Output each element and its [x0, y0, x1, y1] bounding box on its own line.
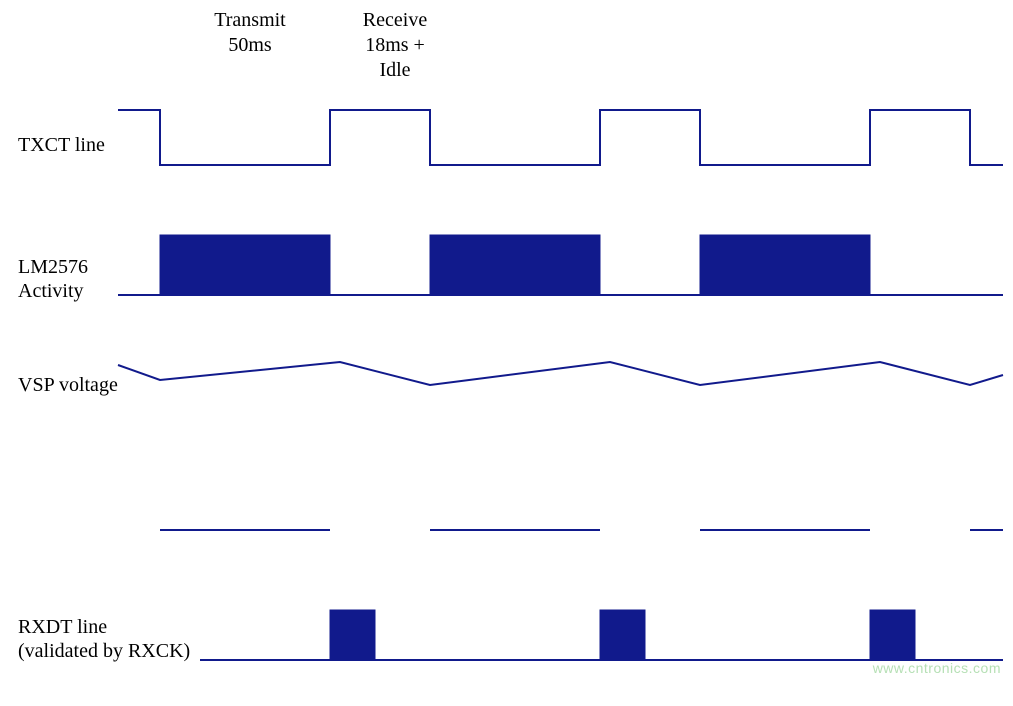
- lm2576-burst-1: [160, 235, 330, 295]
- rxdt-pulse-2: [600, 610, 645, 660]
- lm2576-burst-2: [430, 235, 600, 295]
- vsp-waveform: [118, 362, 1003, 385]
- txct-waveform: [118, 110, 1003, 165]
- rxdt-pulse-1: [330, 610, 375, 660]
- lm2576-burst-3: [700, 235, 870, 295]
- timing-diagram: [0, 0, 1013, 706]
- rxdt-pulse-3: [870, 610, 915, 660]
